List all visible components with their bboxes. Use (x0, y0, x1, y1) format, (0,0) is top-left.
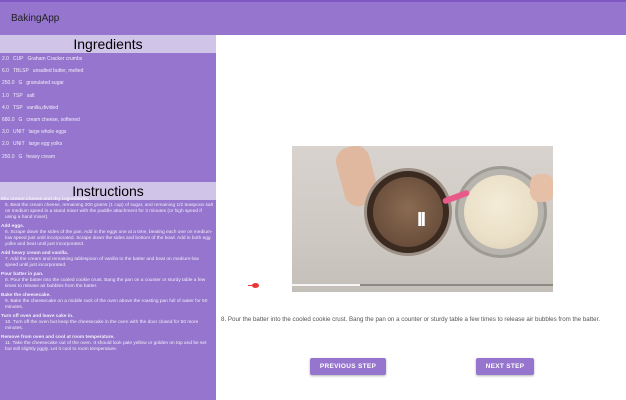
ingredient-row: 1.0 TSP salt (0, 90, 216, 102)
ingredient-name: Graham Cracker crumbs (27, 56, 83, 62)
ingredient-row: 6.0 TBLSP unsalted butter, melted (0, 65, 216, 77)
video-progress-fill (292, 284, 360, 286)
app-title: BakingApp (11, 13, 60, 24)
instruction-body[interactable]: 8. Pour the batter into the cooled cooki… (0, 278, 216, 290)
video-player[interactable]: II (292, 146, 553, 292)
instruction-body[interactable]: 6. Scrape down the sides of the pan. Add… (0, 230, 216, 248)
ingredient-unit: CUP (12, 56, 24, 62)
ingredient-unit: G (18, 80, 23, 87)
ingredient-row: 250.0 Gheavy cream (0, 151, 216, 163)
app-bar: BakingApp (0, 0, 626, 35)
ingredient-name: salt (26, 92, 35, 99)
recipe-sidebar[interactable]: Ingredients 2.0 CUP Graham Cracker crumbs 6… (0, 35, 216, 400)
instruction-body[interactable]: 10. Turn off the oven but keep the chees… (0, 320, 216, 332)
next-step-button[interactable]: NEXT STEP (476, 358, 534, 375)
ingredients-header: Ingredients (0, 35, 216, 53)
ingredient-qty: 4.0 (2, 104, 9, 111)
ingredients-list: 2.0 CUP Graham Cracker crumbs 6.0 TBLSP unsal… (0, 53, 216, 163)
ingredient-row: 4.0 TSP vanilla,divided (0, 102, 216, 114)
video-hand-right (530, 174, 553, 202)
ingredient-unit: G (18, 153, 23, 160)
scrubber-handle[interactable] (252, 283, 259, 288)
ingredient-name: cream cheese, softened (26, 116, 80, 123)
instruction-body[interactable]: 11. Take the cheesecake out of the oven.… (0, 341, 216, 353)
ingredient-unit: TBLSP (12, 68, 29, 75)
ingredient-name: large egg yolks (28, 141, 63, 148)
ingredient-qty: 250.0 (2, 80, 15, 87)
ingredient-qty: 3.0 (2, 129, 9, 136)
ingredient-qty: 1.0 (2, 92, 9, 99)
ingredient-unit: UNIT (12, 141, 25, 148)
ingredient-name: vanilla,divided (26, 104, 59, 111)
ingredient-row: 680.0 Gcream cheese, softened (0, 114, 216, 126)
ingredient-name: heavy cream (26, 153, 56, 160)
ingredient-qty: 6.0 (2, 68, 9, 75)
ingredient-name: unsalted butter, melted (32, 68, 84, 75)
ingredient-row: 3.0 UNIT large whole eggs (0, 126, 216, 138)
pause-icon[interactable]: II (417, 209, 426, 232)
ingredient-unit: TSP (12, 104, 23, 111)
instruction-body[interactable]: 5. Beat the cream cheese, remaining 200 … (0, 203, 216, 221)
video-progress-bar[interactable] (292, 284, 553, 286)
ingredient-row: 2.0 UNIT large egg yolks (0, 138, 216, 150)
ingredient-unit: UNIT (12, 129, 25, 136)
ingredient-row: 250.0 Ggranulated sugar (0, 77, 216, 89)
step-description: 8. Pour the batter into the cooled cooki… (221, 316, 601, 323)
instructions-list[interactable]: Mix cream cheese and dry ingredients. 5. … (0, 194, 216, 353)
instruction-body[interactable]: 9. Bake the cheesecake on a middle rack … (0, 299, 216, 311)
ingredient-qty: 2.0 (2, 56, 9, 62)
ingredient-name: large whole eggs (28, 129, 67, 136)
ingredient-name: granulated sugar (26, 80, 64, 87)
instruction-body[interactable]: 7. Add the cream and remaining tablespoo… (0, 257, 216, 269)
ingredient-unit: TSP (12, 92, 23, 99)
ingredient-row: 2.0 CUP Graham Cracker crumbs (0, 53, 216, 65)
previous-step-button[interactable]: PREVIOUS STEP (310, 358, 386, 375)
crust-pan (364, 168, 452, 256)
ingredient-qty: 250.0 (2, 153, 15, 160)
ingredient-unit: G (18, 116, 23, 123)
ingredient-qty: 680.0 (2, 116, 15, 123)
ingredient-qty: 2.0 (2, 141, 9, 148)
